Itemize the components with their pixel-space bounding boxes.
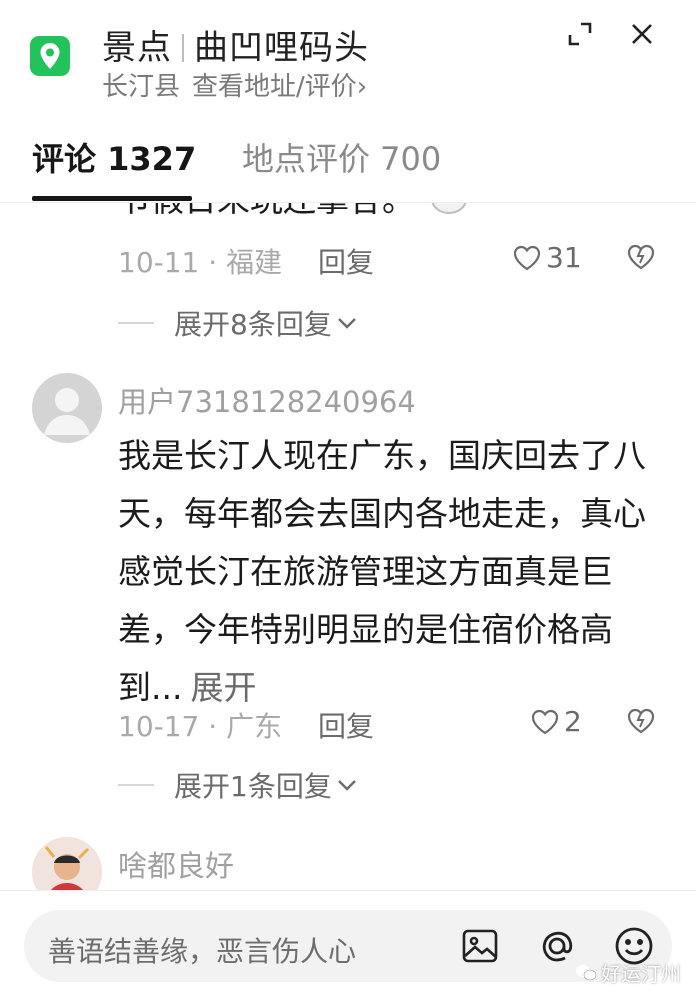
like-button[interactable]: 2 — [530, 705, 582, 738]
comment-meta: 10-17 · 广东 — [118, 710, 283, 743]
expand-replies[interactable]: 展开8条回复 — [118, 303, 358, 343]
active-tab-indicator — [32, 196, 192, 201]
like-count: 2 — [564, 705, 582, 738]
comment-input-placeholder[interactable]: 善语结善缘，恶言伤人心 — [48, 930, 356, 970]
like-button[interactable]: 31 — [512, 241, 582, 274]
expand-replies[interactable]: 展开1条回复 — [118, 765, 358, 805]
like-count: 31 — [546, 241, 582, 274]
avatar[interactable] — [32, 373, 102, 443]
place-title: 景点 曲凹哩码头 — [102, 20, 369, 69]
composer-divider — [0, 890, 696, 891]
comment-meta: 10-11 · 福建 — [118, 246, 283, 279]
close-icon[interactable] — [622, 14, 662, 54]
chevron-down-icon — [337, 780, 356, 791]
place-subtitle: 长汀县 查看地址/评价› — [102, 66, 367, 103]
comment-username[interactable]: 啥都良好 — [118, 843, 234, 885]
location-pin-icon — [30, 36, 70, 76]
view-address-link[interactable]: 查看地址/评价› — [192, 72, 367, 102]
title-separator — [182, 34, 184, 62]
category-label: 景点 — [102, 28, 172, 68]
comment-text: 我是长汀人现在广东，国庆回去了八天，每年都会去国内各地走走，真心感觉长汀在旅游管… — [118, 436, 646, 707]
expand-icon[interactable] — [560, 14, 600, 54]
dislike-icon[interactable] — [626, 707, 660, 741]
at-icon[interactable] — [535, 924, 579, 968]
county-label: 长汀县 — [102, 72, 181, 102]
expand-text-link[interactable]: 展开 — [190, 668, 256, 707]
chevron-down-icon — [337, 318, 356, 329]
heart-icon — [513, 245, 541, 270]
wechat-icon — [576, 964, 597, 980]
image-icon[interactable] — [458, 924, 502, 968]
tab-comments[interactable]: 评论 1327 — [32, 134, 196, 180]
tab-place-ratings[interactable]: 地点评价 700 — [242, 134, 441, 180]
comment-text-partial: 节假日来玩还挚各。 — [118, 203, 468, 223]
comment-list[interactable]: 节假日来玩还挚各。 10-11 · 福建 回复 31 展开8条回复 用户7318… — [0, 203, 696, 890]
reply-dash — [118, 322, 154, 324]
emoji-sticker-icon — [430, 203, 468, 223]
watermark: 好运汀州 — [575, 958, 681, 987]
reply-button[interactable]: 回复 — [318, 705, 374, 745]
place-name: 曲凹哩码头 — [194, 28, 369, 68]
comment-username[interactable]: 用户7318128240964 — [118, 379, 416, 421]
heart-icon — [531, 709, 559, 734]
reply-dash — [118, 784, 154, 786]
reply-button[interactable]: 回复 — [318, 241, 374, 281]
dislike-icon[interactable] — [626, 243, 660, 277]
avatar[interactable] — [32, 837, 102, 890]
